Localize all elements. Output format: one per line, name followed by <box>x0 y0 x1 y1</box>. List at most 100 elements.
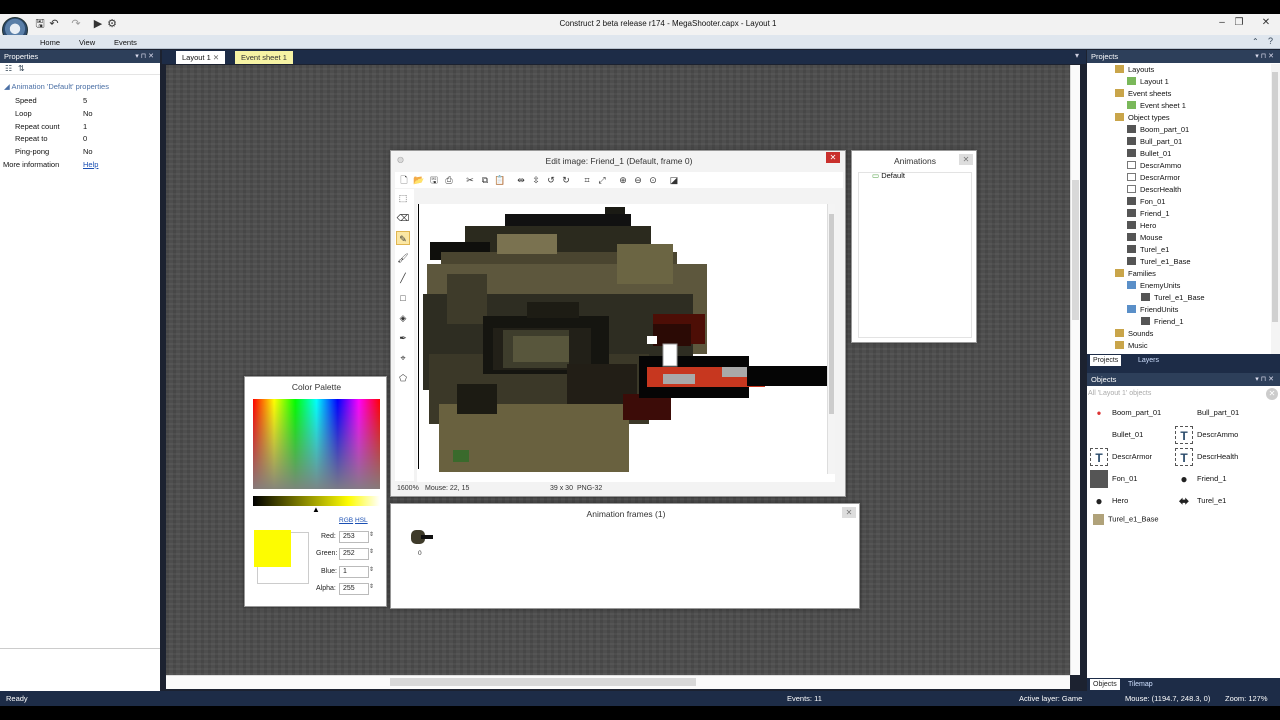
tab-dropdown-icon[interactable]: ▾ <box>1075 51 1079 60</box>
project-tree-item[interactable]: DescrAmmo <box>1087 160 1270 172</box>
projects-scroll-thumb[interactable] <box>1272 72 1278 322</box>
project-tree-item[interactable]: Mouse <box>1087 232 1270 244</box>
project-tree-item[interactable]: Bullet_01 <box>1087 148 1270 160</box>
project-tree-item[interactable]: Families <box>1087 268 1270 280</box>
help-icon[interactable]: ? <box>1268 36 1273 46</box>
ribbon-tab-view[interactable]: View <box>79 38 95 47</box>
mirror-icon[interactable]: ⇹ <box>514 173 528 187</box>
property-row[interactable]: Repeat count 1 <box>0 121 160 134</box>
object-item[interactable]: T DescrArmor <box>1090 448 1152 466</box>
object-item[interactable]: Bullet_01 <box>1090 426 1143 444</box>
categorized-icon[interactable]: ☷ <box>5 64 12 73</box>
eraser-tool-icon[interactable]: ⌫ <box>396 211 410 225</box>
paste-icon[interactable]: 📋 <box>493 173 507 187</box>
close-animations-button[interactable]: ✕ <box>959 154 973 165</box>
project-tree-item[interactable]: Turel_e1_Base <box>1087 292 1270 304</box>
project-tree-item[interactable]: Boom_part_01 <box>1087 124 1270 136</box>
hsl-mode-link[interactable]: HSL <box>355 517 368 524</box>
fill-tool-icon[interactable]: ◈ <box>396 311 410 325</box>
cut-icon[interactable]: ✂ <box>463 173 477 187</box>
ribbon-tab-events[interactable]: Events <box>114 38 137 47</box>
zoom-reset-icon[interactable]: ⊙ <box>646 173 660 187</box>
object-item[interactable]: T DescrHealth <box>1175 448 1238 466</box>
zoom-out-icon[interactable]: ⊖ <box>631 173 645 187</box>
property-row[interactable]: Repeat to 0 <box>0 133 160 146</box>
object-item[interactable]: ● Friend_1 <box>1175 470 1226 488</box>
minimize-button[interactable]: – <box>1214 16 1230 30</box>
project-tree-item[interactable]: Turel_e1 <box>1087 244 1270 256</box>
red-input[interactable]: 253 <box>339 531 369 543</box>
copy-icon[interactable]: ⧉ <box>478 173 492 187</box>
vertical-scroll-thumb[interactable] <box>1072 180 1079 320</box>
project-tree-item[interactable]: Friend_1 <box>1087 208 1270 220</box>
project-tree-item[interactable]: Bull_part_01 <box>1087 136 1270 148</box>
zoom-in-icon[interactable]: ⊕ <box>616 173 630 187</box>
animation-item-default[interactable]: ▭ Default <box>872 171 905 180</box>
export-icon[interactable]: ⎙ <box>442 173 456 187</box>
project-tree-item[interactable]: DescrHealth <box>1087 184 1270 196</box>
projects-scrollbar[interactable] <box>1271 64 1280 354</box>
ribbon-expand-icon[interactable]: ⌃ <box>1252 37 1259 46</box>
project-tree-item[interactable]: Object types <box>1087 112 1270 124</box>
green-spinner-icon[interactable]: ⇕ <box>369 548 374 555</box>
tab-layers[interactable]: Layers <box>1135 355 1162 366</box>
close-animation-frames-button[interactable]: ✕ <box>842 507 856 518</box>
project-tree-item[interactable]: FriendUnits <box>1087 304 1270 316</box>
project-tree-item[interactable]: EnemyUnits <box>1087 280 1270 292</box>
rgb-mode-link[interactable]: RGB <box>339 517 353 524</box>
layout-horizontal-scrollbar[interactable] <box>166 675 1070 689</box>
objects-pin-icon[interactable]: ▾ ⊓ ✕ <box>1255 373 1274 386</box>
horizontal-scroll-thumb[interactable] <box>390 678 696 686</box>
properties-section-header[interactable]: ◢ Animation 'Default' properties <box>4 82 109 91</box>
project-tree-item[interactable]: Layouts <box>1087 64 1270 76</box>
projects-pin-icon[interactable]: ▾ ⊓ ✕ <box>1255 50 1274 63</box>
property-row[interactable]: Speed 5 <box>0 95 160 108</box>
origin-point-tool-icon[interactable]: ⌖ <box>396 351 410 365</box>
tab-tilemap[interactable]: Tilemap <box>1125 679 1156 690</box>
tab-event-sheet-1[interactable]: Event sheet 1 <box>235 51 293 64</box>
property-value[interactable]: 5 <box>83 95 87 107</box>
tab-projects[interactable]: Projects <box>1090 355 1122 366</box>
line-tool-icon[interactable]: ╱ <box>396 271 410 285</box>
canvas-vertical-scrollbar[interactable] <box>827 204 835 474</box>
current-color-swatch[interactable] <box>254 530 291 567</box>
rectangle-tool-icon[interactable]: □ <box>396 291 410 305</box>
property-row[interactable]: Loop No <box>0 108 160 121</box>
flip-icon[interactable]: ⇳ <box>529 173 543 187</box>
crop-icon[interactable]: ⌗ <box>580 173 594 187</box>
object-item[interactable]: ● Hero <box>1090 492 1128 510</box>
close-window-button[interactable]: ✕ <box>1258 16 1274 30</box>
blue-spinner-icon[interactable]: ⇕ <box>369 566 374 573</box>
project-tree-item[interactable]: Friend_1 <box>1087 316 1270 328</box>
rotate-right-icon[interactable]: ↻ <box>559 173 573 187</box>
collision-polygon-tool-icon[interactable]: ⬠ <box>396 371 410 385</box>
lightness-marker-icon[interactable]: ▲ <box>312 505 320 514</box>
project-tree-item[interactable]: Event sheets <box>1087 88 1270 100</box>
color-picker-tool-icon[interactable]: ✒ <box>396 331 410 345</box>
ribbon-tab-home[interactable]: Home <box>40 38 60 47</box>
pencil-tool-icon[interactable]: ✎ <box>396 231 410 245</box>
brush-tool-icon[interactable]: 🖌 <box>396 251 410 265</box>
frame-thumbnail[interactable] <box>407 526 433 548</box>
maximize-button[interactable]: ❐ <box>1231 16 1247 30</box>
open-icon[interactable]: 📂 <box>412 173 426 187</box>
alpha-spinner-icon[interactable]: ⇕ <box>369 583 374 590</box>
property-value[interactable]: 1 <box>83 121 87 133</box>
canvas-scroll-thumb[interactable] <box>829 214 834 414</box>
color-spectrum[interactable] <box>253 399 380 489</box>
select-tool-icon[interactable]: ⬚ <box>396 191 410 205</box>
object-item[interactable]: T DescrAmmo <box>1175 426 1238 444</box>
property-value[interactable]: 0 <box>83 133 87 145</box>
property-value[interactable]: No <box>83 146 93 158</box>
tab-layout-1[interactable]: Layout 1 ✕ <box>176 51 226 64</box>
property-value[interactable]: No <box>83 108 93 120</box>
project-tree-item[interactable]: Hero <box>1087 220 1270 232</box>
red-spinner-icon[interactable]: ⇕ <box>369 531 374 538</box>
sort-az-icon[interactable]: ⇅ <box>18 64 25 73</box>
save-image-icon[interactable]: 🖫 <box>427 173 441 187</box>
object-item[interactable]: Fon_01 <box>1090 470 1137 488</box>
tab-objects[interactable]: Objects <box>1090 679 1120 690</box>
green-input[interactable]: 252 <box>339 548 369 560</box>
project-tree-item[interactable]: Fon_01 <box>1087 196 1270 208</box>
resize-icon[interactable]: ⤢ <box>595 173 609 187</box>
